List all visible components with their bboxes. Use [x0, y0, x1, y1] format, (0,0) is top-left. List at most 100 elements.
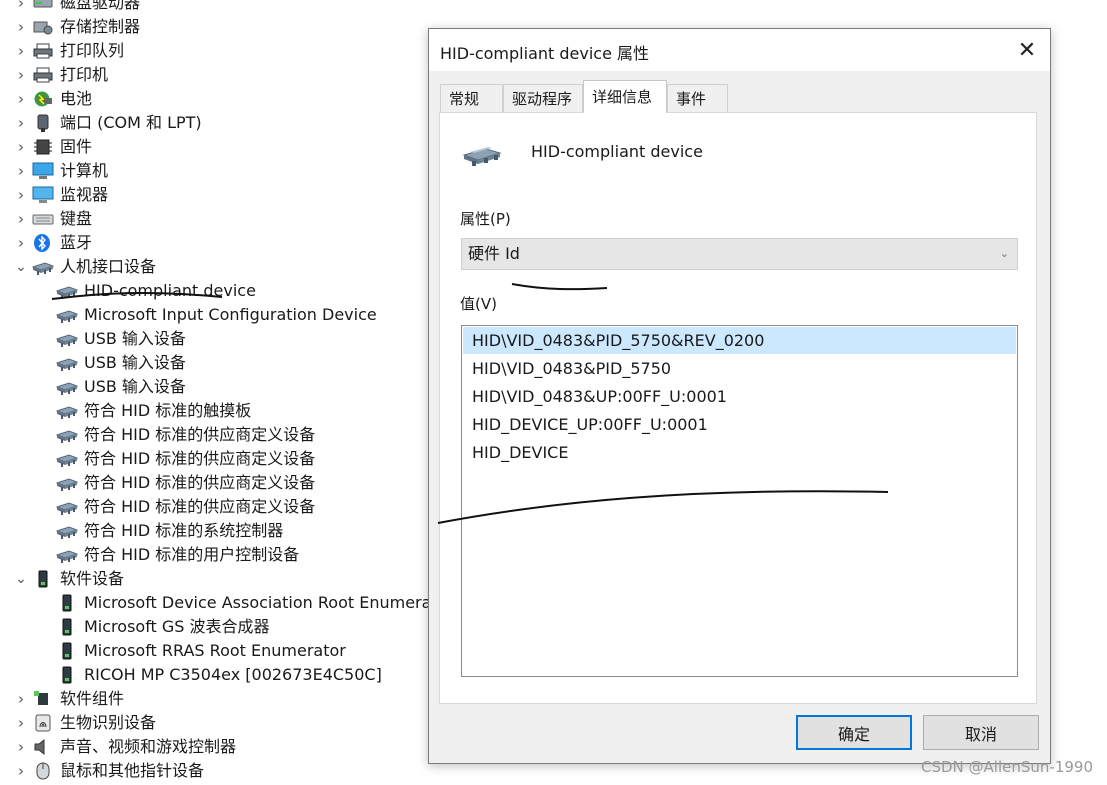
tree-item[interactable]: › 声音、视频和游戏控制器: [14, 735, 236, 759]
keyboard-icon: [32, 210, 54, 228]
tree-item-label: RICOH MP C3504ex [002673E4C50C]: [84, 665, 382, 684]
value-list-item[interactable]: HID\VID_0483&UP:00FF_U:0001: [463, 383, 1016, 410]
tree-item[interactable]: › 打印队列: [14, 39, 124, 63]
tree-item[interactable]: › 存储控制器: [14, 15, 140, 39]
ok-button-label: 确定: [837, 724, 870, 744]
tree-item-label: 蓝牙: [60, 233, 93, 252]
tree-item-label: USB 输入设备: [84, 377, 186, 396]
properties-dialog: HID-compliant device 属性 ✕ 常规 驱动程序 详细信息 事…: [428, 28, 1051, 764]
tree-item[interactable]: Microsoft GS 波表合成器: [56, 615, 270, 639]
tree-item-label: 打印队列: [60, 41, 125, 60]
chevron-right-icon[interactable]: ›: [14, 15, 28, 39]
tree-item-label: 符合 HID 标准的系统控制器: [84, 521, 284, 540]
tree-item[interactable]: › 电池: [14, 87, 92, 111]
chevron-right-icon[interactable]: ›: [14, 0, 28, 15]
battery-icon: [32, 90, 54, 108]
tree-item-label: 符合 HID 标准的供应商定义设备: [84, 449, 316, 468]
tree-item[interactable]: 符合 HID 标准的用户控制设备: [56, 543, 299, 567]
chevron-right-icon[interactable]: ›: [14, 87, 28, 111]
tab-driver[interactable]: 驱动程序: [503, 84, 583, 112]
software-device-icon: [56, 666, 78, 684]
value-list-item[interactable]: HID_DEVICE: [463, 439, 1016, 466]
ok-button[interactable]: 确定: [796, 715, 912, 750]
tree-item-label: 符合 HID 标准的供应商定义设备: [84, 425, 316, 444]
value-list-item[interactable]: HID_DEVICE_UP:00FF_U:0001: [463, 411, 1016, 438]
tree-item[interactable]: › 固件: [14, 135, 92, 159]
tree-item[interactable]: › 生物识别设备: [14, 711, 156, 735]
tree-item[interactable]: › 打印机: [14, 63, 108, 87]
property-label: 属性(P): [460, 210, 511, 228]
tree-item[interactable]: › 软件组件: [14, 687, 124, 711]
software-device-icon: [56, 594, 78, 612]
tree-item[interactable]: RICOH MP C3504ex [002673E4C50C]: [56, 663, 382, 687]
cancel-button[interactable]: 取消: [923, 715, 1039, 750]
tree-item-label: 符合 HID 标准的触摸板: [84, 401, 252, 420]
computer-icon: [32, 162, 54, 180]
chevron-right-icon[interactable]: ›: [14, 39, 28, 63]
tree-item[interactable]: Microsoft RRAS Root Enumerator: [56, 639, 346, 663]
bluetooth-icon: [32, 234, 54, 252]
tree-item-label: 打印机: [60, 65, 109, 84]
tree-item[interactable]: › 端口 (COM 和 LPT): [14, 111, 202, 135]
chevron-right-icon[interactable]: ›: [14, 207, 28, 231]
tree-item[interactable]: Microsoft Device Association Root Enumer…: [56, 591, 454, 615]
tree-item-label: HID-compliant device: [84, 281, 256, 300]
tree-item[interactable]: 符合 HID 标准的供应商定义设备: [56, 495, 315, 519]
tree-item-label: 端口 (COM 和 LPT): [60, 113, 202, 132]
chevron-right-icon[interactable]: ›: [14, 231, 28, 255]
tree-item[interactable]: USB 输入设备: [56, 327, 186, 351]
tree-item[interactable]: USB 输入设备: [56, 375, 186, 399]
tree-item[interactable]: ⌄ 人机接口设备: [14, 255, 156, 279]
tree-item[interactable]: 符合 HID 标准的供应商定义设备: [56, 447, 315, 471]
tree-item[interactable]: USB 输入设备: [56, 351, 186, 375]
tree-item[interactable]: › 磁盘驱动器: [14, 0, 140, 15]
chevron-right-icon[interactable]: ›: [14, 711, 28, 735]
software-device-icon: [56, 618, 78, 636]
tree-item-label: Microsoft RRAS Root Enumerator: [84, 641, 346, 660]
chevron-down-icon[interactable]: ⌄: [14, 255, 28, 279]
tree-item[interactable]: › 键盘: [14, 207, 92, 231]
value-list[interactable]: HID\VID_0483&PID_5750&REV_0200 HID\VID_04…: [461, 325, 1018, 677]
hid-icon: [56, 546, 78, 564]
tree-item[interactable]: › 监视器: [14, 183, 108, 207]
tree-item[interactable]: › 蓝牙: [14, 231, 92, 255]
tree-item-label: USB 输入设备: [84, 353, 186, 372]
tree-item[interactable]: HID-compliant device: [56, 279, 256, 303]
tree-item[interactable]: › 鼠标和其他指针设备: [14, 759, 204, 783]
chevron-right-icon[interactable]: ›: [14, 63, 28, 87]
tree-item[interactable]: ⌄ 软件设备: [14, 567, 124, 591]
value-list-item[interactable]: HID\VID_0483&PID_5750: [463, 355, 1016, 382]
tab-details[interactable]: 详细信息: [583, 80, 667, 113]
hid-icon: [32, 258, 54, 276]
value-list-item[interactable]: HID\VID_0483&PID_5750&REV_0200: [463, 327, 1016, 354]
tree-item[interactable]: 符合 HID 标准的触摸板: [56, 399, 251, 423]
chevron-down-icon[interactable]: ⌄: [14, 567, 28, 591]
chevron-right-icon[interactable]: ›: [14, 159, 28, 183]
tree-item[interactable]: 符合 HID 标准的供应商定义设备: [56, 423, 315, 447]
tab-events[interactable]: 事件: [667, 84, 728, 112]
chevron-right-icon[interactable]: ›: [14, 687, 28, 711]
close-icon[interactable]: ✕: [1014, 37, 1040, 63]
hid-icon: [56, 306, 78, 324]
tab-general[interactable]: 常规: [440, 84, 503, 112]
tree-item[interactable]: Microsoft Input Configuration Device: [56, 303, 377, 327]
chevron-down-icon[interactable]: ⌄: [1000, 239, 1009, 269]
tree-item-label: 生物识别设备: [60, 713, 157, 732]
tree-item-label: 电池: [60, 89, 93, 108]
chevron-right-icon[interactable]: ›: [14, 735, 28, 759]
hid-icon: [56, 378, 78, 396]
property-select[interactable]: 硬件 Id ⌄: [461, 238, 1018, 270]
chevron-right-icon[interactable]: ›: [14, 759, 28, 783]
tree-item-label: 键盘: [60, 209, 93, 228]
tree-item[interactable]: › 计算机: [14, 159, 108, 183]
software-device-icon: [32, 570, 54, 588]
tree-item[interactable]: 符合 HID 标准的系统控制器: [56, 519, 283, 543]
chevron-right-icon[interactable]: ›: [14, 135, 28, 159]
port-icon: [32, 114, 54, 132]
chevron-right-icon[interactable]: ›: [14, 111, 28, 135]
tree-item[interactable]: 符合 HID 标准的供应商定义设备: [56, 471, 315, 495]
chevron-right-icon[interactable]: ›: [14, 183, 28, 207]
printer-icon: [32, 66, 54, 84]
tree-item-label: 计算机: [60, 161, 109, 180]
hid-icon: [56, 474, 78, 492]
